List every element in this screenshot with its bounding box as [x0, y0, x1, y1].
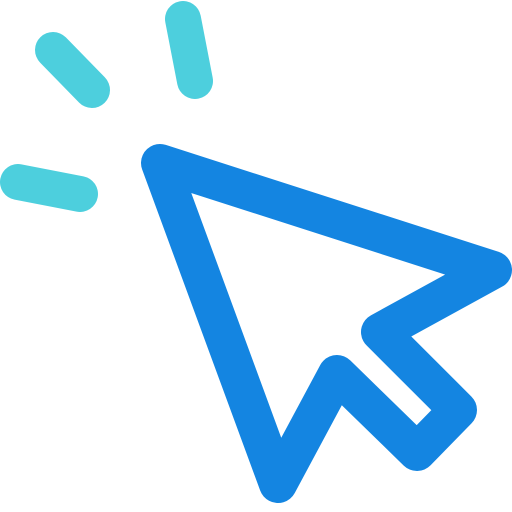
pointer-arrow-icon: [141, 144, 512, 503]
cursor-click-icon: [0, 1, 512, 503]
click-ray-upper-left: [35, 32, 110, 108]
icon-canvas: [0, 0, 512, 512]
click-ray-top: [165, 1, 213, 99]
click-ray-left: [0, 164, 98, 212]
